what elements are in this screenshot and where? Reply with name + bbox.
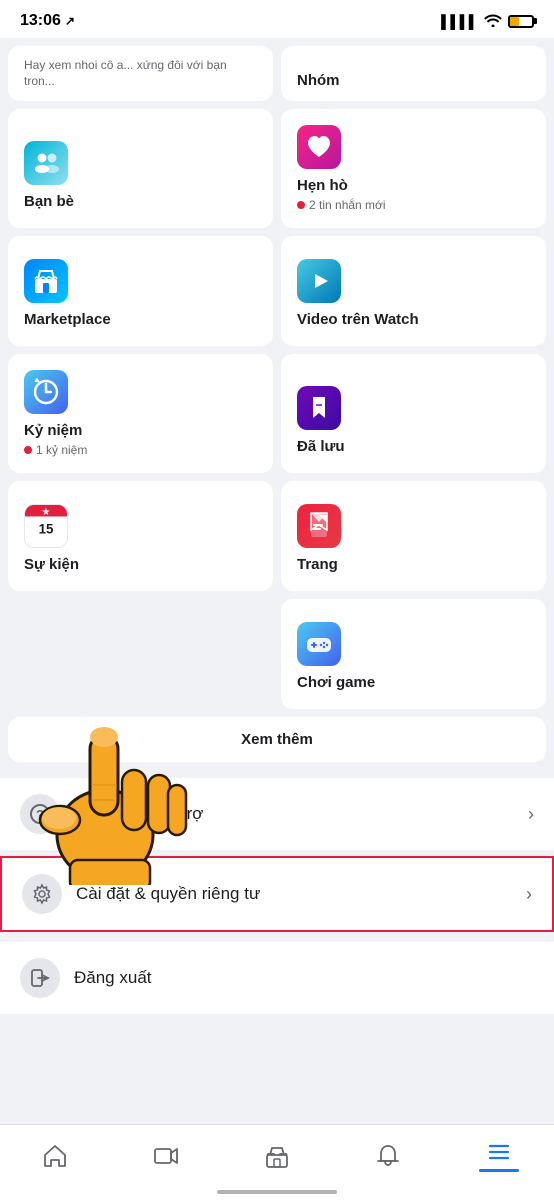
- home-nav-icon: [42, 1143, 68, 1169]
- status-icons: ▌▌▌▌: [441, 13, 534, 30]
- menu-item-saved[interactable]: Đã lưu: [281, 354, 546, 473]
- saved-label: Đã lưu: [297, 438, 530, 455]
- help-label: Trợ giúp & hỗ trợ: [74, 804, 203, 824]
- gaming-row: Chơi game: [0, 599, 554, 717]
- svg-text:★: ★: [42, 507, 51, 517]
- top-partial-items: Hay xem nhoi cô a... xứng đôi với bạn tr…: [0, 38, 554, 101]
- menu-item-memories[interactable]: Kỷ niệm 1 kỷ niệm: [8, 354, 273, 473]
- events-label: Sự kiện: [24, 556, 257, 573]
- pages-label: Trang: [297, 556, 530, 573]
- memories-label: Kỷ niệm: [24, 422, 257, 439]
- notifications-nav-icon: [375, 1143, 401, 1169]
- menu-item-marketplace[interactable]: Marketplace: [8, 236, 273, 346]
- menu-item-friends[interactable]: Bạn bè: [8, 109, 273, 228]
- wifi-icon: [484, 13, 502, 30]
- status-time: 13:06 ↗: [20, 12, 75, 30]
- menu-nav-icon: [486, 1139, 512, 1165]
- memories-icon: [24, 370, 68, 414]
- location-icon: ↗: [65, 14, 75, 28]
- battery-icon: [508, 15, 534, 28]
- partial-item-nhom-label: Nhóm: [297, 72, 530, 89]
- gaming-label: Chơi game: [297, 674, 530, 691]
- sign-out-icon: [20, 958, 60, 998]
- menu-grid: Bạn bè Hẹn hò 2 tin nhắn mới: [0, 101, 554, 599]
- menu-item-pages[interactable]: Trang: [281, 481, 546, 591]
- menu-item-watch[interactable]: Video trên Watch: [281, 236, 546, 346]
- dating-icon: [297, 125, 341, 169]
- watch-label: Video trên Watch: [297, 311, 530, 328]
- dating-label: Hẹn hò: [297, 177, 530, 194]
- menu-item-events[interactable]: ★ 15 Sự kiện: [8, 481, 273, 591]
- help-chevron-icon: ›: [528, 804, 534, 825]
- marketplace-icon: [24, 259, 68, 303]
- friends-icon: [24, 141, 68, 185]
- svg-text:?: ?: [36, 807, 44, 822]
- pages-icon: [297, 504, 341, 548]
- watch-icon: [297, 259, 341, 303]
- dating-badge-dot: [297, 201, 305, 209]
- home-indicator: [217, 1190, 337, 1194]
- memories-badge: 1 kỷ niệm: [24, 443, 257, 457]
- nav-item-video[interactable]: [111, 1139, 222, 1173]
- settings-chevron-icon: ›: [526, 884, 532, 905]
- marketplace-nav-icon: [264, 1143, 290, 1169]
- sign-out-item[interactable]: Đăng xuất: [0, 942, 554, 1014]
- signal-icon: ▌▌▌▌: [441, 14, 478, 29]
- bottom-nav: [0, 1124, 554, 1200]
- dating-badge: 2 tin nhắn mới: [297, 198, 530, 212]
- nav-item-menu[interactable]: [443, 1135, 554, 1176]
- saved-icon: [297, 386, 341, 430]
- help-section-wrapper: ? Trợ giúp & hỗ trợ ›: [0, 778, 554, 850]
- help-section-left: ? Trợ giúp & hỗ trợ: [20, 794, 203, 834]
- menu-item-gaming[interactable]: Chơi game: [281, 599, 546, 709]
- sign-out-label: Đăng xuất: [74, 968, 152, 988]
- settings-icon: [22, 874, 62, 914]
- nav-item-home[interactable]: [0, 1139, 111, 1173]
- video-nav-icon: [153, 1143, 179, 1169]
- friends-label: Bạn bè: [24, 193, 257, 210]
- nav-item-marketplace[interactable]: [222, 1139, 333, 1173]
- gaming-icon: [297, 622, 341, 666]
- partial-item-nhom[interactable]: Nhóm: [281, 46, 546, 101]
- see-more-button[interactable]: Xem thêm: [8, 717, 546, 762]
- memories-badge-dot: [24, 446, 32, 454]
- settings-section-item[interactable]: Cài đặt & quyền riêng tư ›: [0, 856, 554, 932]
- menu-item-dating[interactable]: Hẹn hò 2 tin nhắn mới: [281, 109, 546, 228]
- settings-section-left: Cài đặt & quyền riêng tư: [22, 874, 260, 914]
- events-icon: ★ 15: [24, 504, 68, 548]
- partial-item-left-text: Hay xem nhoi cô a... xứng đôi với bạn tr…: [24, 58, 257, 89]
- menu-active-indicator: [479, 1169, 519, 1172]
- marketplace-label: Marketplace: [24, 311, 257, 328]
- help-icon: ?: [20, 794, 60, 834]
- partial-item-left[interactable]: Hay xem nhoi cô a... xứng đôi với bạn tr…: [8, 46, 273, 101]
- nav-item-notifications[interactable]: [332, 1139, 443, 1173]
- settings-label: Cài đặt & quyền riêng tư: [76, 884, 260, 904]
- svg-text:15: 15: [39, 522, 54, 537]
- help-section-item[interactable]: ? Trợ giúp & hỗ trợ ›: [0, 778, 554, 850]
- status-bar: 13:06 ↗ ▌▌▌▌: [0, 0, 554, 38]
